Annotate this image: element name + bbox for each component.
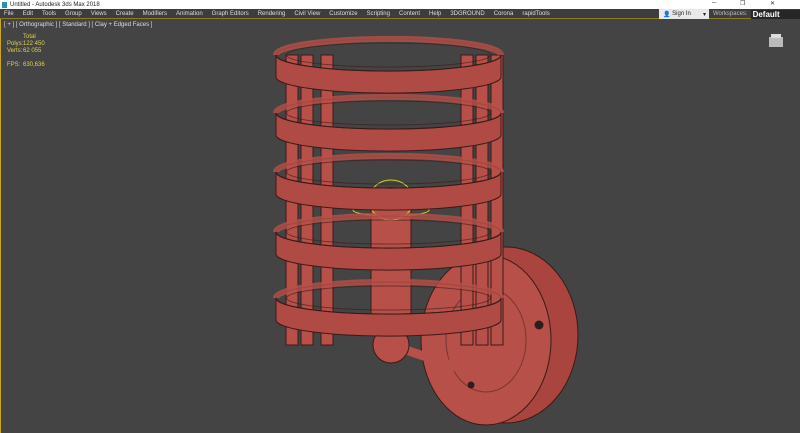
polys-value: 122 450	[23, 41, 45, 47]
menu-group[interactable]: Group	[61, 11, 87, 17]
menu-content[interactable]: Content	[395, 11, 425, 17]
menu-graph-editors[interactable]: Graph Editors	[208, 11, 254, 17]
close-button[interactable]: ✕	[770, 0, 775, 7]
menu-tools[interactable]: Tools	[38, 11, 61, 17]
viewcube-icon	[769, 34, 783, 47]
menu-file[interactable]: File	[0, 11, 19, 17]
menu-3dground[interactable]: 3DGROUND	[446, 11, 489, 17]
menu-scripting[interactable]: Scripting	[363, 11, 395, 17]
menu-modifiers[interactable]: Modifiers	[139, 11, 172, 17]
sign-in-button[interactable]: 👤 Sign In ▾	[659, 9, 709, 19]
menu-edit[interactable]: Edit	[19, 11, 38, 17]
verts-value: 62 055	[23, 48, 42, 54]
cage-ring	[273, 152, 504, 211]
menu-help[interactable]: Help	[425, 11, 446, 17]
workspaces: Workspaces: Default	[713, 9, 800, 19]
menu-views[interactable]: Views	[87, 11, 112, 17]
chevron-down-icon: ▾	[702, 11, 706, 18]
viewport[interactable]: [ + ] [ Orthographic ] [ Standard ] [ Cl…	[0, 19, 800, 433]
menu-rapidtools[interactable]: rapidTools	[518, 11, 554, 17]
menu-rendering[interactable]: Rendering	[254, 11, 291, 17]
fps-value: 630,636	[23, 62, 45, 68]
cage-ring	[273, 93, 504, 152]
stats-total: Total	[23, 34, 36, 40]
sign-in-label: Sign In	[672, 11, 691, 17]
menu-corona[interactable]: Corona	[490, 11, 519, 17]
viewport-stats: Total Polys: 122 450 Verts: 62 055 FPS: 630…	[7, 34, 45, 69]
polys-label: Polys:	[7, 41, 24, 47]
verts-label: Verts:	[7, 48, 23, 54]
lamp-model	[273, 34, 783, 426]
minimize-button[interactable]: ─	[712, 0, 716, 6]
menu-create[interactable]: Create	[112, 11, 139, 17]
user-icon: 👤	[663, 11, 673, 18]
app-icon	[2, 1, 7, 8]
workspaces-label: Workspaces:	[713, 11, 748, 17]
fps-label: FPS:	[7, 62, 21, 68]
menu-animation[interactable]: Animation	[172, 11, 208, 17]
workspaces-select[interactable]: Default	[750, 9, 800, 19]
viewport-label[interactable]: [ + ] [ Orthographic ] [ Standard ] [ Cl…	[4, 22, 152, 28]
cage-ring	[273, 35, 504, 94]
menu-customize[interactable]: Customize	[325, 11, 362, 17]
menu-civil-view[interactable]: Civil View	[290, 11, 325, 17]
title-bar: Untitled - Autodesk 3ds Max 2018 ─ ❐ ✕	[0, 0, 800, 9]
window-title: Untitled - Autodesk 3ds Max 2018	[10, 1, 100, 8]
restore-button[interactable]: ❐	[740, 0, 745, 7]
